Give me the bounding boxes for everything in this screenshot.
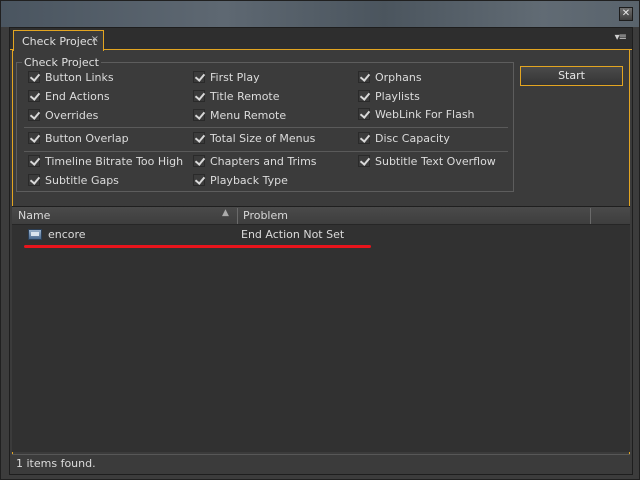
- checkbox-label: Playback Type: [210, 173, 288, 187]
- checkbox-button-links[interactable]: Button Links: [28, 69, 114, 85]
- checkbox-check-icon[interactable]: [358, 90, 370, 102]
- checkbox-disc-capacity[interactable]: Disc Capacity: [358, 130, 450, 146]
- checkbox-check-icon[interactable]: [28, 109, 40, 121]
- checkbox-label: Button Overlap: [45, 131, 129, 145]
- checkbox-first-play[interactable]: First Play: [193, 69, 260, 85]
- group-separator: [24, 151, 508, 152]
- tab-check-project[interactable]: Check Project ×: [13, 30, 104, 51]
- list-header: Name ▲ Problem: [12, 207, 630, 225]
- status-text: 1 items found.: [16, 457, 96, 470]
- table-row[interactable]: encore End Action Not Set: [12, 226, 630, 244]
- panel-menu-icon[interactable]: ▾≡: [615, 32, 627, 43]
- checkbox-label: Button Links: [45, 70, 114, 84]
- checkbox-orphans[interactable]: Orphans: [358, 69, 422, 85]
- checkbox-check-icon[interactable]: [358, 155, 370, 167]
- checkbox-timeline-bitrate[interactable]: Timeline Bitrate Too High: [28, 153, 183, 169]
- checkbox-label: Disc Capacity: [375, 131, 450, 145]
- panel-tabstrip: Check Project × ▾≡: [10, 28, 632, 51]
- checkbox-subtitle-text-overflow[interactable]: Subtitle Text Overflow: [358, 153, 496, 169]
- tab-label: Check Project: [22, 35, 97, 48]
- group-separator: [24, 127, 508, 128]
- checkbox-overrides[interactable]: Overrides: [28, 107, 98, 123]
- window-close-button[interactable]: ✕: [619, 7, 633, 21]
- checkbox-check-icon[interactable]: [193, 132, 205, 144]
- project-icon: [28, 229, 42, 240]
- checkbox-chapters-and-trims[interactable]: Chapters and Trims: [193, 153, 317, 169]
- checkbox-check-icon[interactable]: [193, 90, 205, 102]
- checkbox-weblink-for-flash[interactable]: WebLink For Flash: [358, 106, 475, 122]
- checkbox-check-icon[interactable]: [28, 90, 40, 102]
- checkbox-check-icon[interactable]: [193, 174, 205, 186]
- checkbox-button-overlap[interactable]: Button Overlap: [28, 130, 129, 146]
- checkbox-label: Playlists: [375, 89, 420, 103]
- row-problem: End Action Not Set: [241, 228, 345, 241]
- column-header-problem[interactable]: Problem: [243, 209, 288, 222]
- checkbox-check-icon[interactable]: [28, 174, 40, 186]
- checkbox-playback-type[interactable]: Playback Type: [193, 172, 288, 188]
- checkbox-check-icon[interactable]: [193, 71, 205, 83]
- checkbox-title-remote[interactable]: Title Remote: [193, 88, 280, 104]
- checkbox-subtitle-gaps[interactable]: Subtitle Gaps: [28, 172, 119, 188]
- checkbox-check-icon[interactable]: [28, 71, 40, 83]
- checkbox-label: Chapters and Trims: [210, 154, 317, 168]
- status-bar: 1 items found.: [12, 454, 630, 472]
- checkbox-label: Timeline Bitrate Too High: [45, 154, 184, 168]
- results-list: Name ▲ Problem encore End Action Not Set: [12, 206, 630, 452]
- highlight-underline: [24, 245, 371, 248]
- sort-ascending-icon: ▲: [222, 208, 229, 218]
- check-project-window: ✕ Check Project × ▾≡ Check Project Butto…: [0, 0, 640, 480]
- checkbox-check-icon[interactable]: [193, 155, 205, 167]
- close-icon: ✕: [621, 8, 631, 19]
- checkbox-check-icon[interactable]: [358, 132, 370, 144]
- column-header-name[interactable]: Name: [18, 209, 50, 222]
- checkbox-label: First Play: [210, 70, 260, 84]
- window-titlebar: ✕: [1, 1, 639, 27]
- column-divider[interactable]: [590, 208, 591, 224]
- checkbox-label: Subtitle Gaps: [45, 173, 119, 187]
- checkbox-label: Title Remote: [210, 89, 280, 103]
- checkbox-label: End Actions: [45, 89, 110, 103]
- checkbox-playlists[interactable]: Playlists: [358, 88, 420, 104]
- checkbox-label: Menu Remote: [210, 108, 287, 122]
- checkbox-total-size-of-menus[interactable]: Total Size of Menus: [193, 130, 315, 146]
- tab-close-icon[interactable]: ×: [91, 34, 99, 45]
- checkbox-label: WebLink For Flash: [375, 107, 475, 121]
- checkbox-end-actions[interactable]: End Actions: [28, 88, 110, 104]
- checkbox-label: Orphans: [375, 70, 422, 84]
- row-name: encore: [48, 228, 86, 241]
- checkbox-menu-remote[interactable]: Menu Remote: [193, 107, 286, 123]
- checkbox-check-icon[interactable]: [28, 155, 40, 167]
- start-button[interactable]: Start: [520, 66, 623, 86]
- checkbox-label: Overrides: [45, 108, 99, 122]
- checkbox-check-icon[interactable]: [358, 71, 370, 83]
- checkbox-check-icon[interactable]: [358, 108, 370, 120]
- checkbox-label: Subtitle Text Overflow: [375, 154, 496, 168]
- checkbox-check-icon[interactable]: [28, 132, 40, 144]
- check-project-panel: Check Project × ▾≡ Check Project Button …: [9, 27, 633, 475]
- checkbox-check-icon[interactable]: [193, 109, 205, 121]
- checkbox-label: Total Size of Menus: [210, 131, 316, 145]
- column-divider[interactable]: [237, 208, 238, 224]
- group-title: Check Project: [22, 56, 101, 69]
